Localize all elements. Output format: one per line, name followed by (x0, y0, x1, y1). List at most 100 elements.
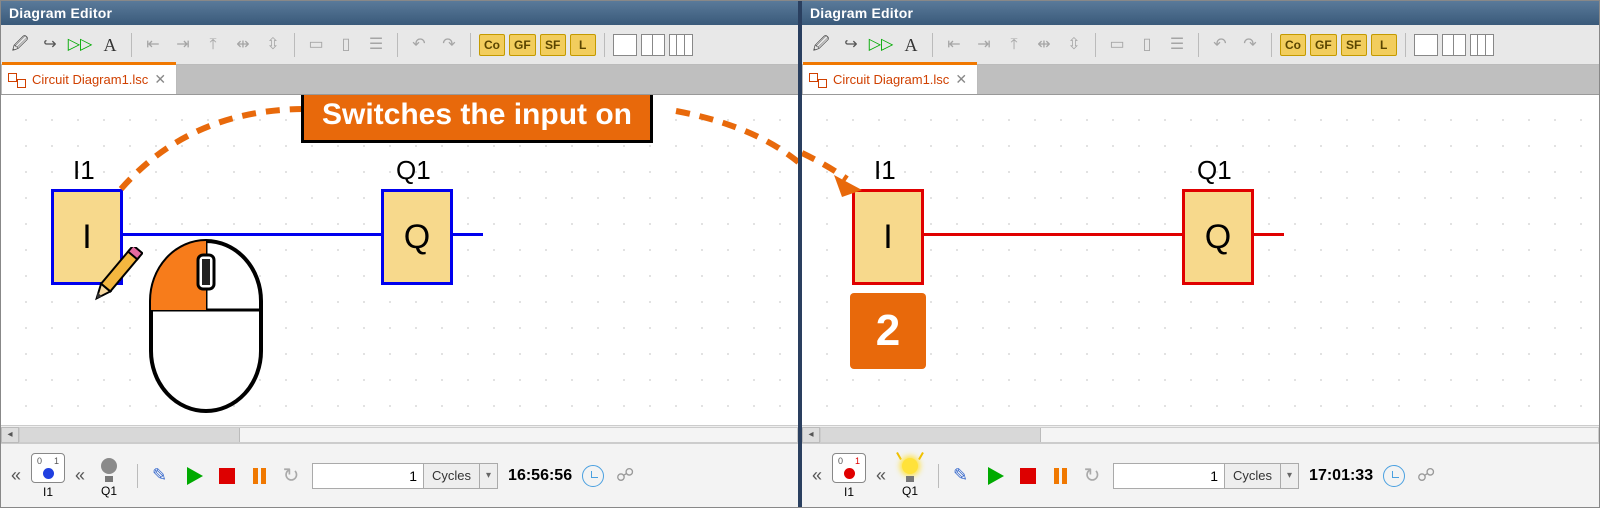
cut-tool[interactable]: ▷▷ (868, 32, 894, 58)
basic-functions-chip[interactable]: GF (1310, 34, 1337, 56)
input-state-indicator[interactable]: 0 1 I1 (31, 453, 65, 499)
tab-label: Circuit Diagram1.lsc (32, 72, 148, 87)
align-center-v[interactable]: ⇳ (260, 32, 286, 58)
separator (932, 33, 933, 57)
cut-tool[interactable]: ▷▷ (67, 32, 93, 58)
wire-i1-q1[interactable] (924, 233, 1182, 236)
step-button[interactable]: ↻ (1081, 465, 1103, 487)
diagram-canvas[interactable]: I1 I Q1 Q 2 (802, 95, 1599, 425)
probe-tool-icon[interactable] (953, 465, 975, 487)
special-functions-chip[interactable]: SF (1341, 34, 1367, 56)
probe-tool-icon[interactable] (152, 465, 174, 487)
run-button[interactable] (184, 465, 206, 487)
single-page-layout[interactable] (1414, 34, 1438, 56)
three-page-layout[interactable] (669, 34, 693, 56)
align-top[interactable]: ⤒ (1001, 32, 1027, 58)
output-block[interactable]: Q (381, 189, 453, 285)
wire-q1-out[interactable] (453, 233, 483, 236)
stop-button[interactable] (1017, 465, 1039, 487)
distribute-h[interactable]: ▭ (1104, 32, 1130, 58)
input-state-indicator[interactable]: 0 1 I1 (832, 453, 866, 499)
pause-button[interactable] (1049, 465, 1071, 487)
distribute-v[interactable]: ▯ (333, 32, 359, 58)
tree-view-icon[interactable]: ☍ (1415, 465, 1437, 487)
output-block-active[interactable]: Q (1182, 189, 1254, 285)
align-left[interactable]: ⇤ (941, 32, 967, 58)
align-center-h[interactable]: ⇹ (230, 32, 256, 58)
logic-chip[interactable]: L (570, 34, 596, 56)
collapse-io-panel[interactable]: « (11, 465, 21, 486)
align-top[interactable]: ⤒ (200, 32, 226, 58)
diagram-canvas[interactable]: I1 I Q1 Q Switches the input on (1, 95, 798, 425)
window-title: Diagram Editor (1, 1, 798, 25)
scroll-left-button[interactable]: ◂ (1, 427, 19, 443)
document-tab[interactable]: Circuit Diagram1.lsc ✕ (1, 64, 177, 94)
cycle-counter[interactable]: 1 Cycles ▾ (1113, 463, 1299, 489)
logic-chip[interactable]: L (1371, 34, 1397, 56)
connector-tool[interactable]: ↪ (37, 32, 63, 58)
group[interactable]: ☰ (363, 32, 389, 58)
two-page-layout[interactable] (641, 34, 665, 56)
clock-icon[interactable] (1383, 465, 1405, 487)
horizontal-scrollbar[interactable]: ◂ (1, 425, 798, 443)
constants-chip[interactable]: Co (479, 34, 505, 56)
redo-button[interactable]: ↷ (436, 32, 462, 58)
connector-tool[interactable]: ↪ (838, 32, 864, 58)
canvas-area: I1 I Q1 Q Switches the input on (1, 95, 798, 443)
clock-icon[interactable] (582, 465, 604, 487)
data-table-icon[interactable] (646, 465, 668, 487)
cycle-dropdown-icon[interactable]: ▾ (479, 464, 497, 488)
step-2-badge: 2 (850, 293, 926, 369)
redo-button[interactable]: ↷ (1237, 32, 1263, 58)
undo-button[interactable]: ↶ (406, 32, 432, 58)
text-tool[interactable]: A (898, 32, 924, 58)
undo-button[interactable]: ↶ (1207, 32, 1233, 58)
step-button[interactable]: ↻ (280, 465, 302, 487)
separator (1405, 33, 1406, 57)
horizontal-scrollbar[interactable]: ◂ (802, 425, 1599, 443)
align-center-v[interactable]: ⇳ (1061, 32, 1087, 58)
run-button[interactable] (985, 465, 1007, 487)
scroll-thumb[interactable] (821, 428, 1041, 442)
basic-functions-chip[interactable]: GF (509, 34, 536, 56)
align-center-h[interactable]: ⇹ (1031, 32, 1057, 58)
cycle-counter[interactable]: 1 Cycles ▾ (312, 463, 498, 489)
cycle-dropdown-icon[interactable]: ▾ (1280, 464, 1298, 488)
wire-q1-out[interactable] (1254, 233, 1284, 236)
tree-view-icon[interactable]: ☍ (614, 465, 636, 487)
cursor-tool[interactable]: 🖉 (7, 32, 33, 58)
distribute-v[interactable]: ▯ (1134, 32, 1160, 58)
document-tab[interactable]: Circuit Diagram1.lsc ✕ (802, 64, 978, 94)
close-tab-icon[interactable]: ✕ (955, 71, 967, 88)
two-page-layout[interactable] (1442, 34, 1466, 56)
scroll-thumb[interactable] (20, 428, 240, 442)
data-table-icon[interactable] (1447, 465, 1469, 487)
align-right[interactable]: ⇥ (971, 32, 997, 58)
special-functions-chip[interactable]: SF (540, 34, 566, 56)
align-left[interactable]: ⇤ (140, 32, 166, 58)
pause-button[interactable] (248, 465, 270, 487)
group[interactable]: ☰ (1164, 32, 1190, 58)
output-state-indicator[interactable]: Q1 (896, 454, 924, 498)
scroll-left-button[interactable]: ◂ (802, 427, 820, 443)
align-right[interactable]: ⇥ (170, 32, 196, 58)
single-page-layout[interactable] (613, 34, 637, 56)
stop-button[interactable] (216, 465, 238, 487)
collapse-output-panel[interactable]: « (75, 465, 85, 486)
collapse-output-panel[interactable]: « (876, 465, 886, 486)
separator (131, 33, 132, 57)
distribute-h[interactable]: ▭ (303, 32, 329, 58)
bulb-label: Q1 (902, 484, 918, 498)
text-tool[interactable]: A (97, 32, 123, 58)
cursor-tool[interactable]: 🖉 (808, 32, 834, 58)
constants-chip[interactable]: Co (1280, 34, 1306, 56)
pencil-cursor-icon (83, 247, 143, 322)
input-block-active[interactable]: I (852, 189, 924, 285)
scroll-track[interactable] (820, 427, 1599, 443)
close-tab-icon[interactable]: ✕ (154, 71, 166, 88)
output-block-letter: Q (404, 218, 430, 257)
collapse-io-panel[interactable]: « (812, 465, 822, 486)
output-state-indicator[interactable]: Q1 (95, 454, 123, 498)
three-page-layout[interactable] (1470, 34, 1494, 56)
scroll-track[interactable] (19, 427, 798, 443)
